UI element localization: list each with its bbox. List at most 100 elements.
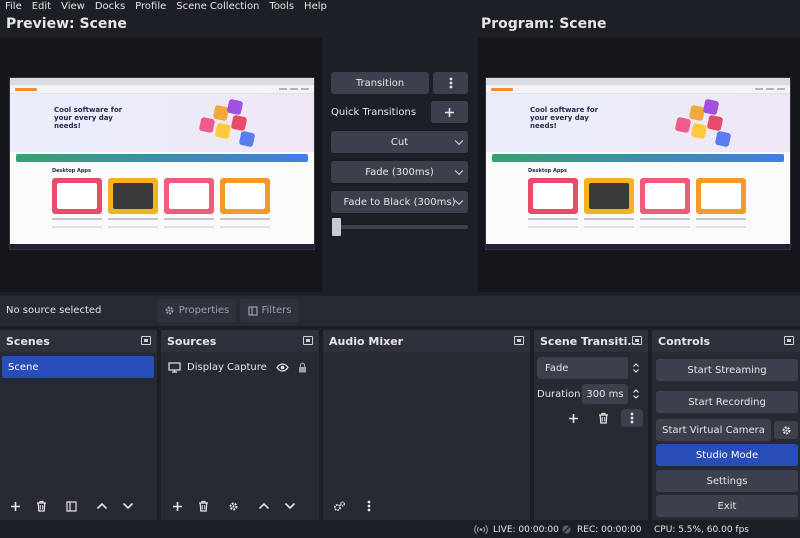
chevron-down-icon <box>454 166 464 176</box>
duration-value: 300 ms <box>586 388 624 400</box>
properties-button[interactable]: Properties <box>157 299 236 322</box>
move-source-up-button[interactable] <box>253 497 275 515</box>
start-streaming-button[interactable]: Start Streaming <box>656 359 798 381</box>
filters-button[interactable]: Filters <box>240 299 299 322</box>
audio-mixer-dock-title: Audio Mixer <box>329 334 404 348</box>
gear-icon <box>781 425 792 436</box>
menu-edit[interactable]: Edit <box>27 0 56 13</box>
chevron-updown-icon <box>632 362 640 374</box>
eye-icon <box>275 362 289 372</box>
transition-type-select[interactable]: Fade <box>537 357 628 379</box>
rec-timer: REC: 00:00:00 <box>577 525 642 535</box>
undock-icon[interactable] <box>141 336 151 345</box>
live-timer: LIVE: 00:00:00 <box>493 525 559 535</box>
scene-transitions-dock-title: Scene Transiti... <box>540 334 640 348</box>
remove-scene-button[interactable] <box>30 497 52 515</box>
studio-mode-button[interactable]: Studio Mode <box>656 444 798 466</box>
start-recording-button[interactable]: Start Recording <box>656 391 798 413</box>
chevron-down-icon <box>284 502 296 510</box>
audio-mixer-dock: Audio Mixer <box>323 330 530 520</box>
cpu-fps-readout: CPU: 5.5%, 60.00 fps <box>654 525 749 535</box>
gears-icon <box>333 501 346 512</box>
quick-transition-label: Fade to Black (300ms) <box>343 196 456 208</box>
menu-view[interactable]: View <box>56 0 90 13</box>
transition-type-dropdown[interactable] <box>628 358 644 378</box>
sources-dock-header: Sources <box>161 330 319 352</box>
source-visibility-toggle[interactable] <box>271 358 293 376</box>
audio-mixer-dock-header: Audio Mixer <box>323 330 530 352</box>
transition-type-value: Fade <box>545 362 569 374</box>
undock-icon[interactable] <box>303 336 313 345</box>
broadcast-icon <box>474 524 488 535</box>
thumb-section-title: Desktop Apps <box>52 168 91 174</box>
undock-icon[interactable] <box>514 336 524 345</box>
status-bar: LIVE: 00:00:00 REC: 00:00:00 CPU: 5.5%, … <box>0 522 800 538</box>
audio-mixer-menu-button[interactable] <box>358 497 380 515</box>
thumb-hero-text: Cool software for your every day needs! <box>530 106 599 130</box>
chevron-up-icon <box>258 502 270 510</box>
menu-scene-collection[interactable]: Scene Collection <box>171 0 264 13</box>
menu-help[interactable]: Help <box>299 0 332 13</box>
duration-stepper[interactable] <box>628 384 644 404</box>
scene-filters-button[interactable] <box>60 497 82 515</box>
undock-icon[interactable] <box>632 336 642 345</box>
transition-properties-button[interactable] <box>621 409 643 427</box>
add-transition-button[interactable] <box>562 409 584 427</box>
scene-list-item[interactable]: Scene <box>2 356 154 378</box>
preview-screen-capture: Cool software for your every day needs! … <box>9 77 315 250</box>
chevron-down-icon <box>454 196 464 206</box>
menu-tools[interactable]: Tools <box>264 0 299 13</box>
more-vertical-icon <box>367 500 371 512</box>
monitor-icon <box>168 361 181 373</box>
trash-icon <box>36 500 47 512</box>
source-list-item[interactable]: Display Capture <box>168 357 267 377</box>
transition-slider-handle[interactable] <box>332 218 341 236</box>
add-scene-button[interactable] <box>4 497 26 515</box>
move-scene-down-button[interactable] <box>117 497 139 515</box>
remove-source-button[interactable] <box>192 497 214 515</box>
chevron-down-icon <box>454 136 464 146</box>
quick-transition-fade[interactable]: Fade (300ms) <box>331 161 468 183</box>
transition-menu-button[interactable] <box>433 72 468 94</box>
remove-transition-button[interactable] <box>592 409 614 427</box>
plus-icon <box>568 413 579 424</box>
source-lock-toggle[interactable] <box>291 358 313 376</box>
move-source-down-button[interactable] <box>279 497 301 515</box>
transition-button[interactable]: Transition <box>331 72 429 94</box>
transition-slider-track[interactable] <box>336 225 468 229</box>
settings-button[interactable]: Settings <box>656 470 798 492</box>
move-scene-up-button[interactable] <box>91 497 113 515</box>
more-vertical-icon <box>630 412 634 424</box>
controls-dock-title: Controls <box>658 334 711 348</box>
add-source-button[interactable] <box>166 497 188 515</box>
scenes-dock: Scenes Scene <box>0 330 157 520</box>
gear-icon <box>228 501 239 512</box>
menu-profile[interactable]: Profile <box>130 0 171 13</box>
undock-icon[interactable] <box>784 336 794 345</box>
preview-title: Preview: Scene <box>6 16 127 32</box>
duration-input[interactable]: 300 ms <box>582 384 628 404</box>
gear-icon <box>164 305 175 316</box>
quick-transitions-label: Quick Transitions <box>331 107 417 118</box>
start-virtual-camera-button[interactable]: Start Virtual Camera <box>656 419 771 441</box>
plus-icon <box>10 501 21 512</box>
virtual-camera-settings-button[interactable] <box>774 421 798 439</box>
controls-dock-header: Controls <box>652 330 800 352</box>
lock-icon <box>298 362 307 373</box>
thumb-hero-text: Cool software for your every day needs! <box>54 106 123 130</box>
source-properties-button[interactable] <box>222 497 244 515</box>
quick-transition-fade-to-black[interactable]: Fade to Black (300ms) <box>331 191 468 213</box>
scene-transitions-dock-header: Scene Transiti... <box>534 330 648 352</box>
exit-button[interactable]: Exit <box>656 495 798 517</box>
chevron-updown-icon <box>632 388 640 400</box>
advanced-audio-properties-button[interactable] <box>328 497 350 515</box>
filter-icon <box>247 305 258 316</box>
source-toolbar <box>0 296 800 326</box>
add-quick-transition-button[interactable] <box>431 101 468 123</box>
menu-docks[interactable]: Docks <box>90 0 130 13</box>
sources-dock-title: Sources <box>167 334 217 348</box>
menu-file[interactable]: File <box>0 0 27 13</box>
thumb-section-title: Desktop Apps <box>528 168 567 174</box>
quick-transition-cut[interactable]: Cut <box>331 131 468 153</box>
record-off-icon <box>561 524 572 535</box>
